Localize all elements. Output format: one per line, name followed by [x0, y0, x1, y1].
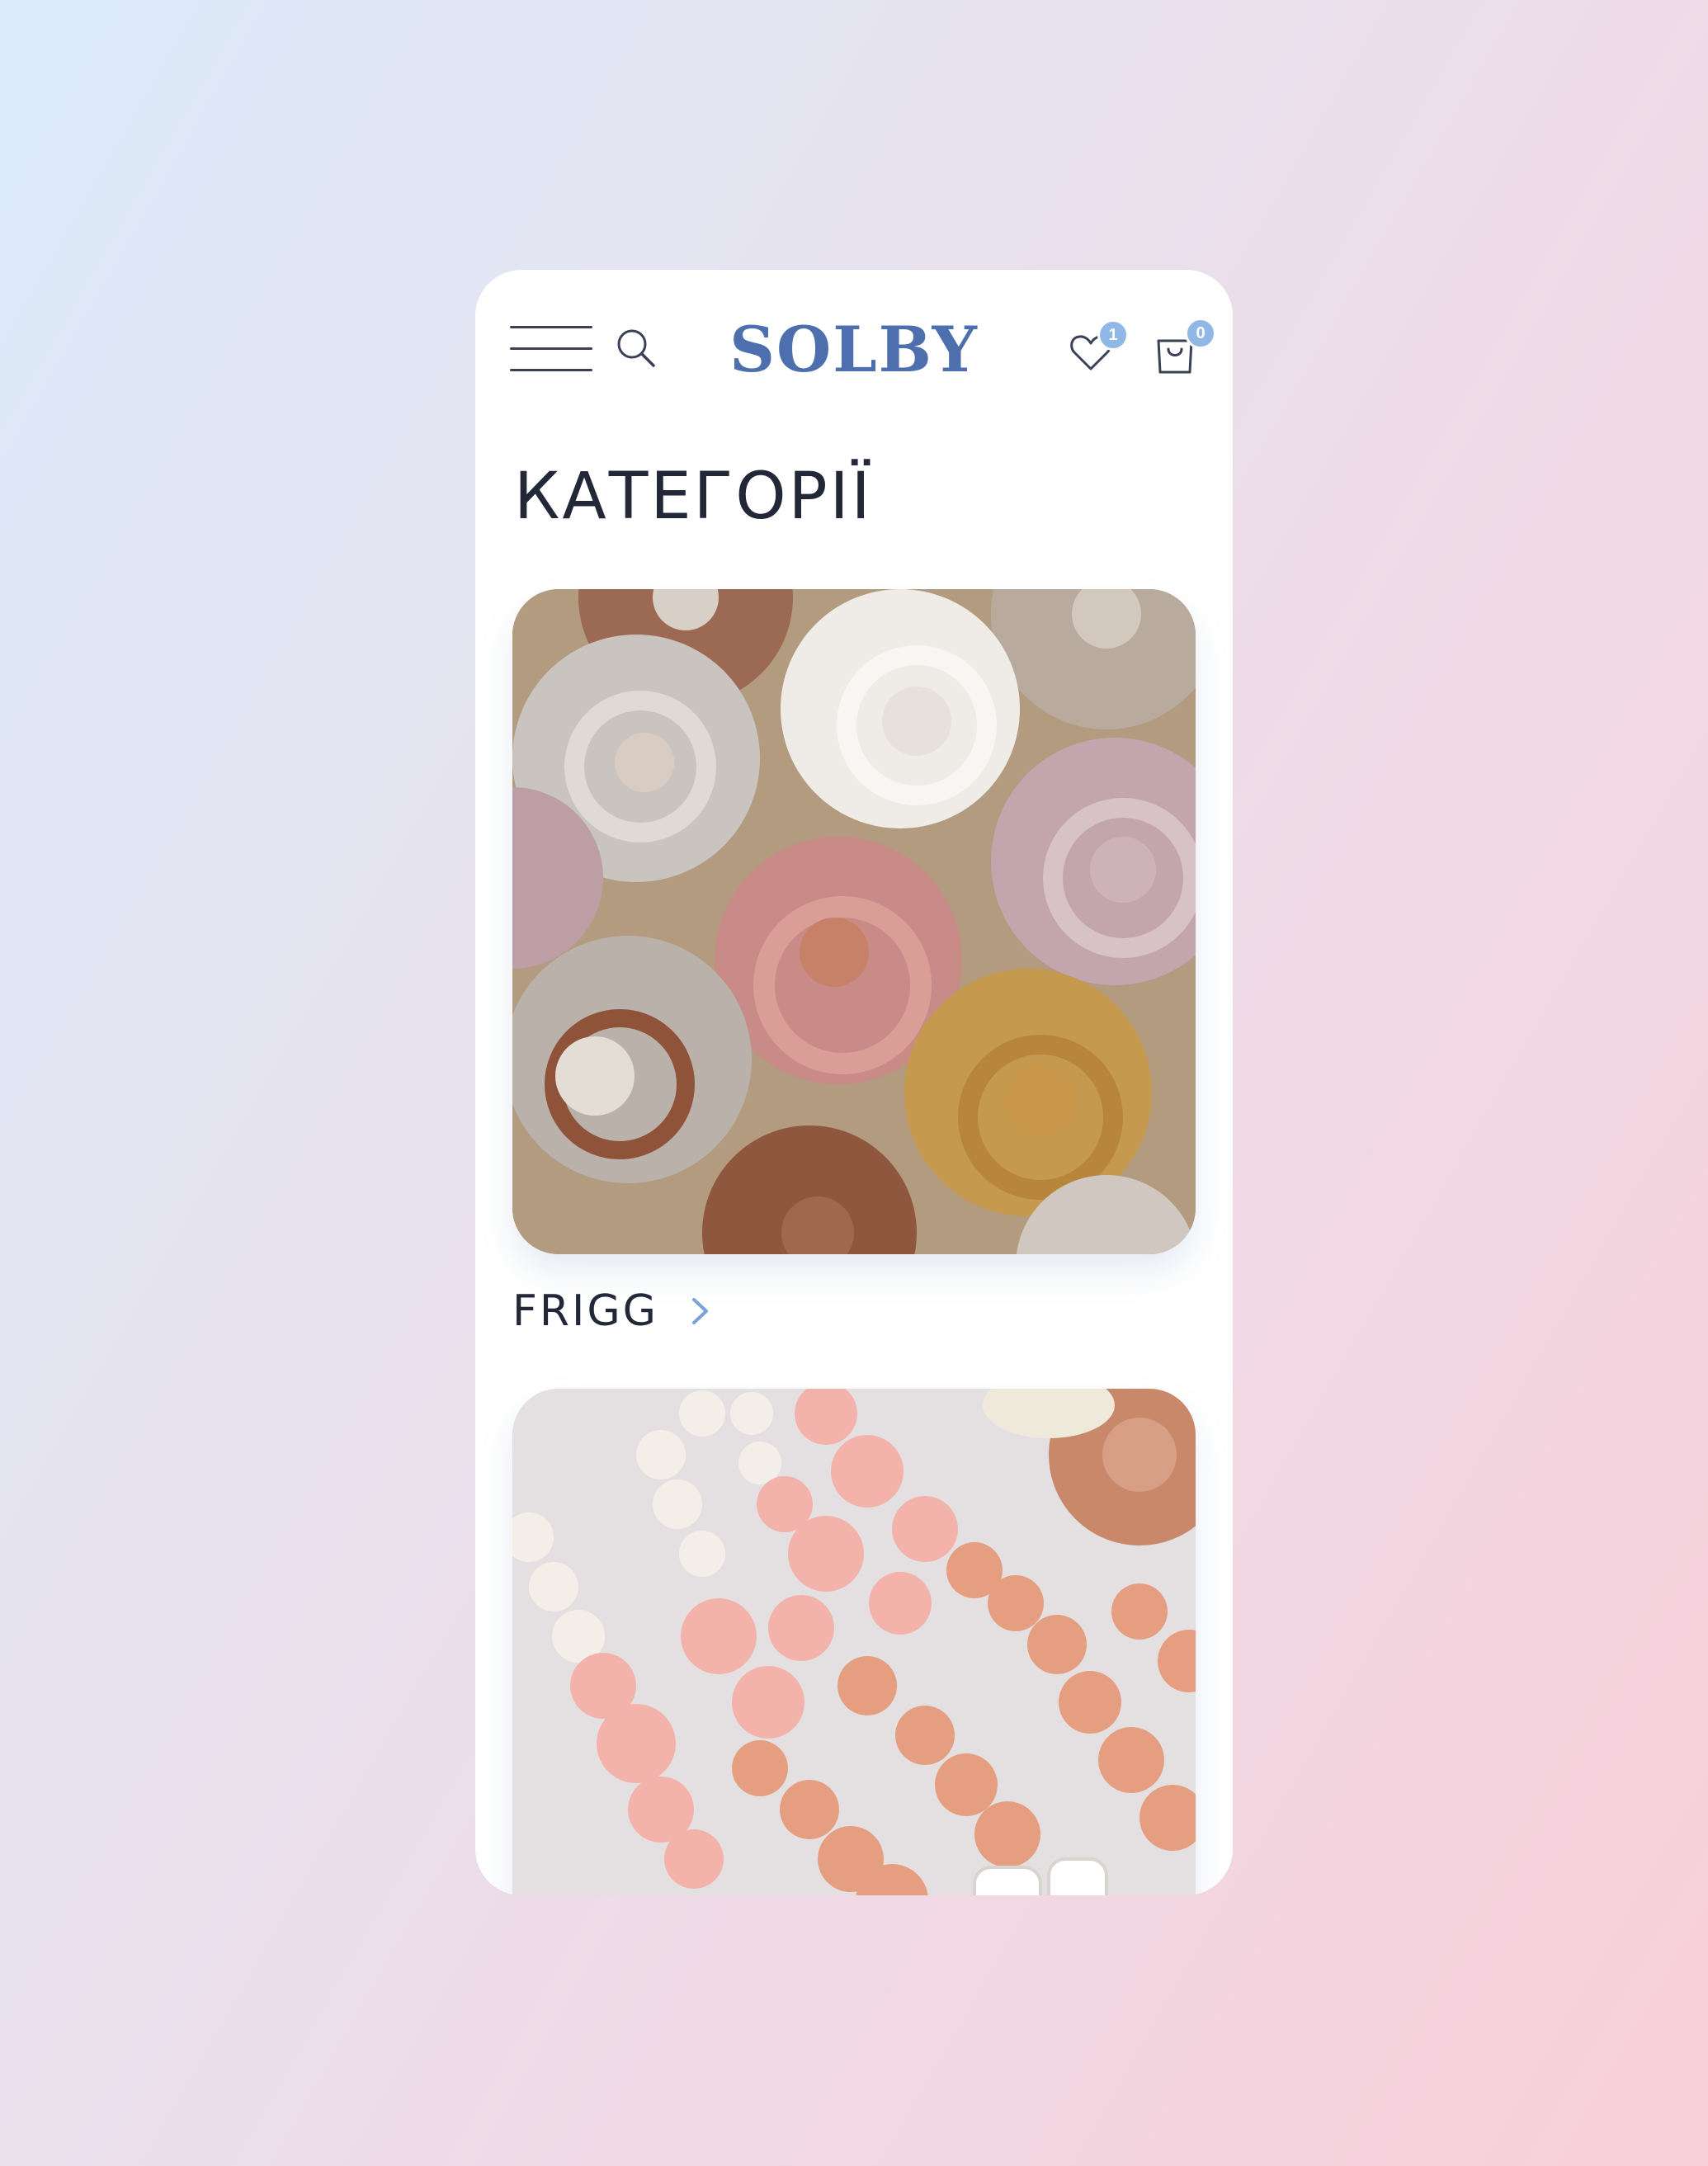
- category-link-frigg[interactable]: FRIGG: [512, 1286, 711, 1336]
- wishlist-count-badge: 1: [1097, 319, 1129, 351]
- app-header: SOLBY 1 0: [475, 270, 1233, 435]
- phone-frame: SOLBY 1 0 КАТЕГОРІЇ FRIGG: [475, 270, 1233, 1895]
- cart-count-badge: 0: [1185, 318, 1216, 349]
- page-title: КАТЕГОРІЇ: [514, 460, 873, 534]
- pacifiers-photo: [512, 589, 1196, 1254]
- chevron-right-icon: [691, 1298, 708, 1324]
- category-label: FRIGG: [512, 1286, 658, 1336]
- pacifier-clips-photo: [512, 1389, 1196, 1895]
- wishlist-button[interactable]: 1: [1068, 319, 1129, 375]
- category-image-clips[interactable]: [512, 1389, 1196, 1895]
- category-image-frigg[interactable]: [512, 589, 1196, 1254]
- cart-button[interactable]: 0: [1152, 318, 1216, 375]
